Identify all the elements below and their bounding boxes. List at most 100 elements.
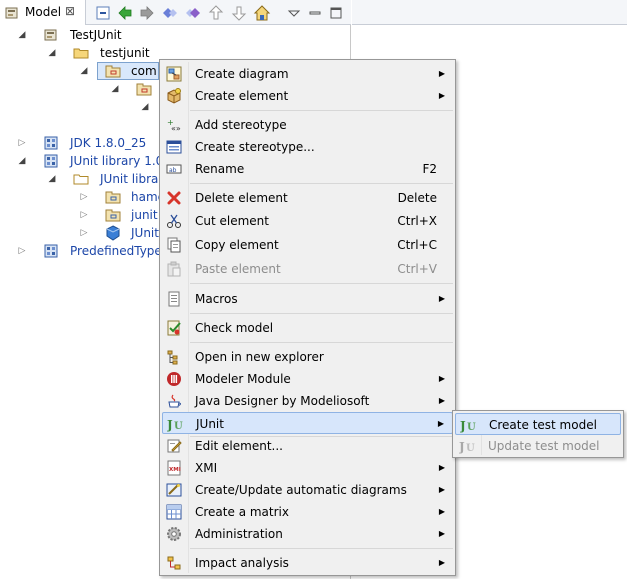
collapse-arrow-icon[interactable]: ▷ [79, 206, 89, 224]
home-icon[interactable] [253, 4, 271, 22]
cut-icon [167, 214, 181, 228]
menu-item-label: Edit element... [195, 439, 283, 453]
tree-node[interactable]: ◢ [0, 80, 160, 98]
maximize-icon[interactable] [327, 4, 345, 22]
menu-item-cut-element[interactable]: Cut element Ctrl+X [162, 210, 453, 232]
collapse-arrow-icon[interactable]: ▷ [79, 224, 89, 242]
menu-item-create-matrix[interactable]: Create a matrix ▶ [162, 501, 453, 523]
rename-icon: ab [166, 164, 182, 174]
down-arrow-icon[interactable] [230, 4, 248, 22]
menu-item-automatic-diagrams[interactable]: Create/Update automatic diagrams ▶ [162, 479, 453, 501]
menu-item-rename[interactable]: ab Rename F2 [162, 158, 453, 180]
tree-node[interactable]: ◢ com [0, 62, 160, 80]
tree-node[interactable]: ▷ junit [0, 206, 160, 224]
expand-arrow-icon[interactable]: ◢ [17, 152, 27, 170]
menu-separator [190, 183, 453, 184]
menu-separator [190, 283, 453, 284]
menu-item-label: Modeler Module [195, 372, 291, 386]
create-element-icon [167, 88, 181, 104]
edit-icon [167, 439, 182, 453]
menu-item-update-test-model: J U Update test model [455, 435, 621, 457]
view-menu-icon[interactable] [285, 4, 303, 22]
macros-icon [168, 291, 180, 307]
menu-item-junit[interactable]: J U JUnit ▶ [162, 412, 453, 434]
package-icon [105, 191, 121, 204]
expand-arrow-icon[interactable]: ◢ [17, 26, 27, 44]
collapse-arrow-icon[interactable]: ▷ [17, 134, 27, 152]
menu-item-java-designer[interactable]: Java Designer by Modeliosoft ▶ [162, 390, 453, 412]
svg-text:J: J [167, 418, 173, 432]
up-arrow-icon[interactable] [207, 4, 225, 22]
menu-item-impact-analysis[interactable]: Impact analysis ▶ [162, 552, 453, 574]
expand-arrow-icon[interactable]: ◢ [110, 80, 120, 98]
junit-icon: J U [167, 418, 183, 432]
collapse-arrow-icon[interactable]: ▷ [79, 188, 89, 206]
back-arrow-icon[interactable] [116, 4, 134, 22]
delete-icon [167, 191, 181, 205]
svg-text:ab: ab [169, 167, 177, 174]
menu-item-create-stereotype[interactable]: Create stereotype... [162, 136, 453, 158]
menu-item-label: Create a matrix [195, 505, 289, 519]
menu-item-label: Impact analysis [195, 556, 289, 570]
link-forward-icon[interactable] [184, 4, 202, 22]
tree-node[interactable]: ▷ hamc [0, 188, 165, 206]
tree-node[interactable]: ▷ PredefinedTypes [0, 242, 169, 260]
menu-separator [190, 110, 453, 111]
package-icon [136, 83, 152, 96]
menu-item-copy-element[interactable]: Copy element Ctrl+C [162, 234, 453, 256]
expand-arrow-icon[interactable]: ◢ [79, 62, 89, 80]
minimize-icon[interactable] [306, 4, 324, 22]
link-back-icon[interactable] [161, 4, 179, 22]
submenu-arrow-icon: ▶ [438, 91, 445, 100]
check-model-icon [167, 320, 181, 336]
package-icon [105, 209, 121, 222]
model-tab[interactable]: Model ⊠ [0, 0, 86, 25]
collapse-all-icon[interactable] [94, 4, 112, 22]
menu-item-open-in-new-explorer[interactable]: Open in new explorer [162, 346, 453, 368]
junit-icon: J U [459, 440, 475, 454]
folder-icon [73, 174, 89, 185]
tree-node[interactable]: ◢ JUnit library [0, 170, 171, 188]
tree-node[interactable]: ▷ JUnit [0, 224, 160, 242]
forward-arrow-icon[interactable] [138, 4, 156, 22]
library-icon [44, 136, 58, 150]
menu-item-label: Add stereotype [195, 118, 287, 132]
collapse-arrow-icon[interactable]: ▷ [17, 242, 27, 260]
java-icon [168, 394, 181, 408]
submenu-arrow-icon: ▶ [438, 529, 445, 538]
close-icon[interactable]: ⊠ [65, 4, 75, 18]
tree-node-label: PredefinedTypes [70, 244, 169, 258]
submenu-arrow-icon: ▶ [438, 507, 445, 516]
package-icon [105, 65, 121, 78]
tree-node[interactable]: ◢ [0, 98, 160, 116]
menu-item-administration[interactable]: Administration ▶ [162, 523, 453, 545]
menu-item-check-model[interactable]: Check model [162, 317, 453, 339]
tree-node-label: com [131, 64, 157, 78]
menu-item-add-stereotype[interactable]: + «» Add stereotype [162, 114, 453, 136]
menu-item-edit-element[interactable]: Edit element... [162, 435, 453, 457]
menu-item-create-element[interactable]: Create element ▶ [162, 85, 453, 107]
expand-arrow-icon[interactable]: ◢ [47, 44, 57, 62]
library-icon [44, 154, 58, 168]
menu-item-delete-element[interactable]: Delete element Delete [162, 187, 453, 209]
submenu-arrow-icon: ▶ [438, 294, 445, 303]
xmi-icon: XMI [167, 460, 181, 476]
submenu-arrow-icon: ▶ [438, 463, 445, 472]
menu-item-create-diagram[interactable]: Create diagram ▶ [162, 63, 453, 85]
menu-item-label: Create stereotype... [195, 140, 315, 154]
submenu-arrow-icon: ▶ [438, 374, 445, 383]
copy-icon [167, 237, 181, 253]
menu-item-xmi[interactable]: XMI XMI ▶ [162, 457, 453, 479]
menu-item-paste-element: Paste element Ctrl+V [162, 258, 453, 280]
expand-arrow-icon[interactable]: ◢ [47, 170, 57, 188]
expand-arrow-icon[interactable]: ◢ [140, 98, 150, 116]
menu-item-modeler-module[interactable]: Modeler Module ▶ [162, 368, 453, 390]
tree-node[interactable]: ◢ JUnit library 1.0.0 [0, 152, 175, 170]
submenu-arrow-icon: ▶ [438, 485, 445, 494]
menu-separator [190, 548, 453, 549]
matrix-icon [166, 504, 182, 520]
model-icon [5, 7, 18, 19]
menu-item-macros[interactable]: Macros ▶ [162, 288, 453, 310]
tree-node[interactable]: ◢ TestJUnit [0, 26, 350, 44]
menu-item-create-test-model[interactable]: J U Create test model [455, 413, 621, 435]
